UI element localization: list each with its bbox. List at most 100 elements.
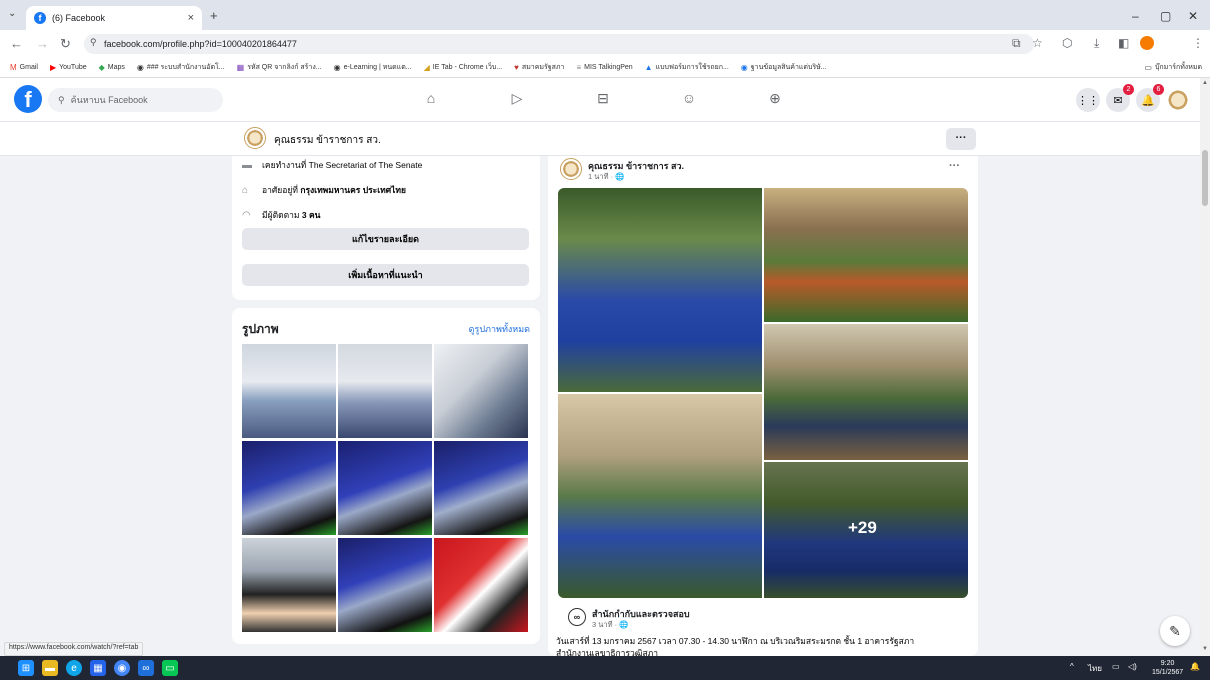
volume-icon[interactable]: ◁) [1128,662,1137,671]
facebook-logo-icon[interactable]: f [14,85,42,113]
notifications-bell-icon[interactable]: 🔔 6 [1136,84,1164,112]
gmail-icon: M [10,63,17,72]
edit-details-button[interactable]: แก้ไขรายละเอียด [242,228,529,250]
profile-avatar[interactable] [244,127,266,149]
briefcase-icon: ▬ [242,159,252,171]
youtube-icon: ▶ [49,63,57,72]
status-bar-url: https://www.facebook.com/watch/?ref=tab [4,642,144,656]
bookmark-star-icon[interactable]: ☆ [1032,36,1043,50]
profile-name[interactable]: คุณธรรม ข้าราชการ สว. [274,133,381,148]
scroll-up-icon[interactable]: ▲ [1202,80,1208,86]
all-bookmarks-folder[interactable]: ▭ บุ๊กมาร์กทั้งหมด [1144,62,1202,73]
new-tab-button[interactable]: + [210,8,218,23]
bookmark-item[interactable]: ▲ แบบฟอร์มการใช้รถยก... [645,62,729,73]
post-photo-more[interactable]: +29 [764,462,968,598]
line-icon[interactable]: ▭ [162,660,178,676]
tab-close-icon[interactable]: × [188,12,194,24]
messenger-badge: 2 [1123,84,1134,95]
bookmark-item[interactable]: ◉ e-Learning | หนดแต... [334,62,412,73]
language-indicator[interactable]: ไทย [1088,662,1102,675]
all-bookmarks-label: บุ๊กมาร์กทั้งหมด [1154,64,1202,71]
scrollbar-thumb[interactable] [1202,150,1208,206]
photo-thumb[interactable] [338,441,432,535]
home-icon[interactable]: ⌂ [421,90,441,108]
messenger-icon[interactable]: ✉ 2 [1106,84,1134,112]
post-card: คุณธรรม ข้าราชการ สว. 1 นาที · 🌐 ··· +29… [548,156,978,658]
cast-icon[interactable]: ⧉ [1012,36,1021,51]
post-photo[interactable] [764,188,968,322]
bookmark-item[interactable]: ≡ MIS TalkingPen [576,63,632,72]
facebook-favicon-icon: f [34,12,46,24]
bookmark-item[interactable]: M Gmail [10,63,38,72]
post-more-button[interactable]: ··· [949,160,960,172]
windows-start-icon[interactable]: ⊞ [18,660,34,676]
network-icon[interactable]: ▭ [1112,662,1120,671]
photo-thumb[interactable] [242,538,336,632]
file-explorer-icon[interactable]: ▬ [42,660,58,676]
minimize-button[interactable]: – [1132,9,1139,23]
store-icon[interactable]: ▦ [90,660,106,676]
tray-chevron-icon[interactable]: ^ [1070,662,1074,671]
edge-icon[interactable]: e [66,660,82,676]
bookmark-label: IE Tab - Chrome เว็บ... [432,64,503,71]
post-author-avatar[interactable] [560,158,582,180]
meet-icon[interactable]: ∞ [138,660,154,676]
chrome-icon[interactable]: ◉ [114,660,130,676]
account-avatar[interactable] [1166,88,1190,112]
drive-icon: ▲ [644,63,653,72]
profile-avatar-icon[interactable] [1140,36,1154,50]
photo-thumb[interactable] [242,344,336,438]
globe-icon: ◉ [136,63,144,72]
post-timestamp[interactable]: 1 นาที · 🌐 [588,171,625,183]
bookmark-item[interactable]: ◢ IE Tab - Chrome เว็บ... [424,62,503,73]
add-featured-button[interactable]: เพิ่มเนื้อหาที่แนะนำ [242,264,529,286]
bookmark-item[interactable]: ♥ สมาคมรัฐสภา [514,62,564,73]
profile-more-button[interactable]: ··· [946,128,976,150]
post-photo[interactable] [558,394,762,598]
photo-thumb[interactable] [434,538,528,632]
facebook-search-input[interactable]: ⚲ ค้นหาบน Facebook [48,88,223,112]
scroll-down-icon[interactable]: ▼ [1202,646,1208,652]
notification-center-icon[interactable]: 🔔 [1190,662,1200,671]
photo-thumb[interactable] [338,538,432,632]
back-arrow-icon[interactable]: ← [10,36,23,51]
shared-timestamp[interactable]: 3 นาที · 🌐 [592,619,629,631]
bookmark-item[interactable]: ◉ ฐานข้อมูลสินค้าแต่บริษั... [741,62,827,73]
restore-button[interactable]: ▢ [1160,9,1171,23]
photo-thumb[interactable] [434,344,528,438]
photo-thumb[interactable] [242,441,336,535]
tab-facebook[interactable]: f (6) Facebook × [26,6,202,30]
bookmark-label: รหัส QR จากลิงก์ สร้าง... [247,64,322,71]
address-toolbar: ← → ↻ ⚲ facebook.com/profile.php?id=1000… [0,30,1210,58]
reload-icon[interactable]: ↻ [60,36,71,52]
see-all-photos-link[interactable]: ดูรูปภาพทั้งหมด [469,322,530,336]
bookmark-item[interactable]: ◆ Maps [99,63,125,72]
gaming-icon[interactable]: ⊕ [765,90,785,108]
close-window-button[interactable]: ✕ [1188,9,1198,23]
bookmark-item[interactable]: ▦ รหัส QR จากลิงก์ สร้าง... [237,62,322,73]
forward-arrow-icon[interactable]: → [36,36,49,51]
taskbar-clock[interactable]: 9:20 15/1/2567 [1152,659,1183,677]
photo-thumb[interactable] [338,344,432,438]
download-icon[interactable]: ⤓ [1094,36,1099,51]
post-photo[interactable] [764,324,968,460]
sidepanel-icon[interactable]: ◧ [1118,36,1129,50]
url-input[interactable]: ⚲ facebook.com/profile.php?id=1000402018… [84,34,1034,54]
new-message-button[interactable]: ✎ [1160,616,1190,646]
photo-thumb[interactable] [434,441,528,535]
bookmark-item[interactable]: ◉ ### ระบบสำนักงานอัตโ... [137,62,225,73]
chrome-menu-icon[interactable]: ⋮ [1192,36,1204,50]
intro-followers: ◠ มีผู้ติดตาม 3 คน [242,209,321,221]
video-icon[interactable]: ▷ [507,90,527,108]
extensions-icon[interactable]: ⬡ [1062,36,1072,50]
groups-icon[interactable]: ☺ [679,90,699,108]
marketplace-icon[interactable]: ⊟ [593,90,613,108]
menu-grid-icon[interactable]: ⋮⋮ [1076,88,1100,112]
shared-page-avatar[interactable]: ∞ [568,608,586,626]
bookmark-item[interactable]: ▶ YouTube [50,63,87,72]
folder-icon: ▭ [1144,63,1152,72]
site-info-icon[interactable]: ⚲ [90,37,97,48]
tab-search-icon[interactable]: ⌄ [8,8,16,19]
rss-icon: ◠ [242,209,251,221]
post-photo[interactable] [558,188,762,392]
